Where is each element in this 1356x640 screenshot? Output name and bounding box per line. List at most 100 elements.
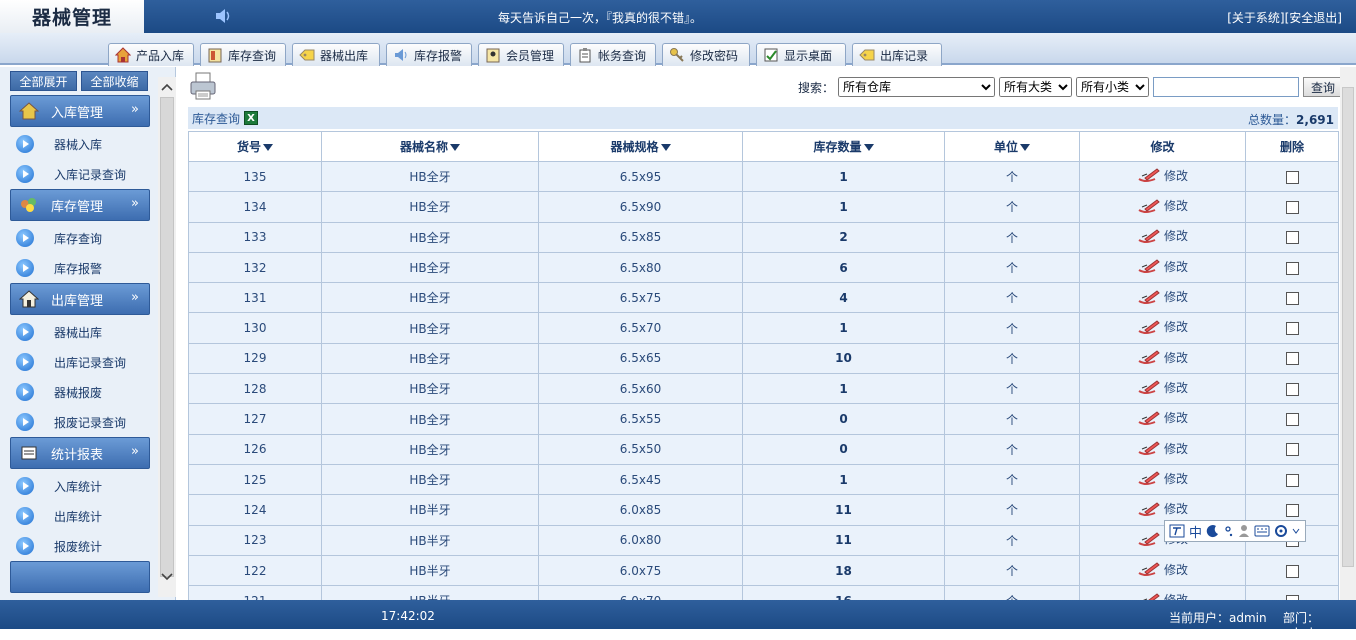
edit-link[interactable]: 修改 xyxy=(1137,197,1188,214)
edit-link[interactable]: 修改 xyxy=(1137,500,1188,517)
keyboard-icon[interactable] xyxy=(1254,525,1270,537)
tab-8[interactable]: 显示桌面 xyxy=(756,43,846,66)
menu-group-1[interactable]: 入库管理 » xyxy=(10,95,150,127)
delete-checkbox[interactable] xyxy=(1285,291,1299,305)
tab-9[interactable]: 出库记录 xyxy=(852,43,942,66)
tab-4[interactable]: 库存报警 xyxy=(386,43,472,66)
excel-export-icon[interactable]: X xyxy=(244,111,259,125)
sidebar-item-3-3[interactable]: 器械报废 xyxy=(10,377,150,407)
delete-checkbox[interactable] xyxy=(1285,473,1299,487)
pencil-edit-icon xyxy=(1137,198,1161,214)
sidebar-scrollbar[interactable] xyxy=(158,77,176,597)
printer-icon[interactable] xyxy=(188,71,218,101)
sidebar-item-1-2[interactable]: 入库记录查询 xyxy=(10,159,150,189)
delete-checkbox[interactable] xyxy=(1285,322,1299,336)
about-link[interactable]: [关于系统] xyxy=(1227,11,1284,25)
sort-down-icon[interactable] xyxy=(263,144,273,151)
column-header-1[interactable]: 货号 xyxy=(188,131,322,162)
category-select[interactable]: 所有大类 xyxy=(999,77,1073,97)
warehouse-select[interactable]: 所有仓库 xyxy=(838,77,996,97)
book-icon xyxy=(208,48,222,63)
delete-checkbox[interactable] xyxy=(1285,352,1299,366)
punctuation-icon[interactable] xyxy=(1224,524,1234,538)
column-header-3[interactable]: 器械规格 xyxy=(538,131,743,162)
edit-link[interactable]: 修改 xyxy=(1137,470,1188,487)
menu-group-2[interactable]: 库存管理 » xyxy=(10,189,150,221)
sidebar-item-4-1[interactable]: 入库统计 xyxy=(10,471,150,501)
sort-down-icon[interactable] xyxy=(450,144,460,151)
sidebar-item-2-2[interactable]: 库存报警 xyxy=(10,253,150,283)
tab-1[interactable]: 产品入库 xyxy=(108,43,194,66)
delete-checkbox[interactable] xyxy=(1285,261,1299,275)
cell-edit: 修改 xyxy=(1079,433,1246,465)
delete-checkbox[interactable] xyxy=(1285,382,1299,396)
sidebar-scroll-thumb[interactable] xyxy=(160,97,174,577)
tab-7[interactable]: 修改密码 xyxy=(662,43,750,66)
sidebar-item-4-2[interactable]: 出库统计 xyxy=(10,501,150,531)
play-bullet-icon xyxy=(16,383,34,401)
settings-icon[interactable] xyxy=(1274,524,1288,538)
ime-toolbar[interactable]: 中 xyxy=(1164,520,1306,542)
column-header-label: 删除 xyxy=(1279,140,1304,154)
delete-checkbox[interactable] xyxy=(1285,231,1299,245)
sidebar-item-3-1[interactable]: 器械出库 xyxy=(10,317,150,347)
edit-link[interactable]: 修改 xyxy=(1137,379,1188,396)
column-header-2[interactable]: 器械名称 xyxy=(321,131,539,162)
sidebar-item-1-1[interactable]: 器械入库 xyxy=(10,129,150,159)
edit-link[interactable]: 修改 xyxy=(1137,409,1188,426)
sort-down-icon[interactable] xyxy=(1020,144,1030,151)
edit-link[interactable]: 修改 xyxy=(1137,318,1188,335)
logout-link[interactable]: [安全退出] xyxy=(1285,11,1342,25)
column-header-label: 修改 xyxy=(1150,140,1175,154)
edit-label: 修改 xyxy=(1163,290,1188,305)
delete-checkbox[interactable] xyxy=(1285,443,1299,457)
main-scrollbar[interactable] xyxy=(1340,67,1356,600)
delete-checkbox[interactable] xyxy=(1285,200,1299,214)
delete-checkbox[interactable] xyxy=(1285,503,1299,517)
delete-checkbox[interactable] xyxy=(1285,170,1299,184)
edit-link[interactable]: 修改 xyxy=(1137,440,1188,457)
menu-group-4[interactable]: 统计报表 » xyxy=(10,437,150,469)
expand-all-button[interactable]: 全部展开 xyxy=(10,71,77,91)
delete-checkbox[interactable] xyxy=(1285,564,1299,578)
speaker-icon[interactable] xyxy=(214,8,232,27)
tab-5[interactable]: 会员管理 xyxy=(478,43,564,66)
pencil-edit-icon xyxy=(1137,410,1161,426)
tab-2[interactable]: 库存查询 xyxy=(200,43,286,66)
scroll-up-icon[interactable] xyxy=(159,81,175,93)
sidebar-item-3-4[interactable]: 报废记录查询 xyxy=(10,407,150,437)
edit-link[interactable]: 修改 xyxy=(1137,227,1188,244)
edit-link[interactable]: 修改 xyxy=(1137,258,1188,275)
sidebar-item-3-2[interactable]: 出库记录查询 xyxy=(10,347,150,377)
tab-label: 会员管理 xyxy=(506,48,555,63)
delete-checkbox[interactable] xyxy=(1285,413,1299,427)
moon-icon[interactable] xyxy=(1206,524,1220,538)
subcategory-select[interactable]: 所有小类 xyxy=(1076,77,1150,97)
menu-group-5[interactable] xyxy=(10,561,150,593)
sidebar-item-4-3[interactable]: 报废统计 xyxy=(10,531,150,561)
user-icon[interactable] xyxy=(1238,524,1250,538)
search-label: 搜索： xyxy=(798,80,835,95)
main-scroll-thumb[interactable] xyxy=(1342,87,1354,567)
edit-link[interactable]: 修改 xyxy=(1137,349,1188,366)
panel-title: 库存查询 xyxy=(192,111,241,126)
edit-link[interactable]: 修改 xyxy=(1137,167,1188,184)
scroll-down-icon[interactable] xyxy=(159,571,175,583)
collapse-all-button[interactable]: 全部收缩 xyxy=(81,71,148,91)
keyword-input[interactable] xyxy=(1153,77,1300,97)
edit-link[interactable]: 修改 xyxy=(1137,561,1188,578)
sidebar-item-2-1[interactable]: 库存查询 xyxy=(10,223,150,253)
column-header-5[interactable]: 单位 xyxy=(944,131,1080,162)
sort-down-icon[interactable] xyxy=(660,144,671,151)
tab-3[interactable]: 器械出库 xyxy=(292,43,380,66)
tab-6[interactable]: 帐务查询 xyxy=(570,43,656,66)
column-header-4[interactable]: 库存数量 xyxy=(742,131,945,162)
menu-group-3[interactable]: 出库管理 » xyxy=(10,283,150,315)
edit-link[interactable]: 修改 xyxy=(1137,288,1188,305)
sort-down-icon[interactable] xyxy=(863,144,874,151)
ime-mode[interactable]: 中 xyxy=(1189,522,1202,541)
chevron-down-icon[interactable] xyxy=(1292,527,1300,535)
chevron-right-icon: » xyxy=(131,290,139,305)
search-button[interactable]: 查询 xyxy=(1303,77,1344,97)
tag-icon xyxy=(859,49,875,61)
